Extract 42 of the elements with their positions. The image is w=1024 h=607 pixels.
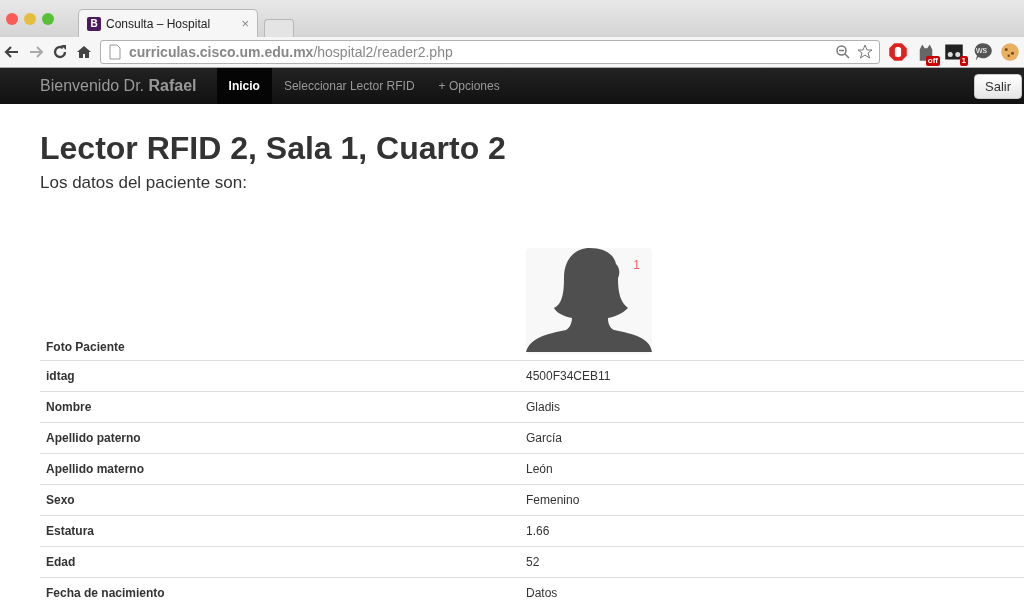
field-value: León xyxy=(520,453,1024,484)
field-label: Estatura xyxy=(40,515,520,546)
field-label: Apellido paterno xyxy=(40,422,520,453)
field-label: idtag xyxy=(40,360,520,391)
page-heading: Lector RFID 2, Sala 1, Cuarto 2 xyxy=(40,129,507,168)
url-text: curriculas.cisco.um.edu.mx/hospital2/reader2.php xyxy=(129,44,454,60)
cookie-icon[interactable] xyxy=(1000,42,1020,62)
field-label: Edad xyxy=(40,546,520,577)
extension-label: ws xyxy=(976,46,987,55)
browser-tab[interactable]: B Consulta – Hospital × xyxy=(78,9,258,37)
subheading: Los datos del paciente son: xyxy=(40,172,248,194)
field-value: García xyxy=(520,422,1024,453)
zoom-out-icon[interactable] xyxy=(835,44,851,60)
field-label: Sexo xyxy=(40,484,520,515)
tab-title: Consulta – Hospital xyxy=(106,16,212,31)
field-value: Datos xyxy=(520,577,1024,607)
logout-button[interactable]: Salir xyxy=(974,73,1022,99)
field-label: Nombre xyxy=(40,391,520,422)
field-value: 52 xyxy=(520,546,1024,577)
field-label: Foto Paciente xyxy=(40,246,520,360)
favicon-icon: B xyxy=(87,16,101,31)
speech-bubble-icon[interactable] xyxy=(972,42,992,62)
home-icon[interactable] xyxy=(76,44,92,60)
field-label: Fecha de nacimiento xyxy=(40,577,520,607)
nav-link[interactable]: + Opciones xyxy=(426,68,512,104)
page-icon xyxy=(107,44,123,60)
star-icon[interactable] xyxy=(857,44,873,60)
field-value: Femenino xyxy=(520,484,1024,515)
field-value: 4500F34CEB11 xyxy=(520,360,1024,391)
address-bar[interactable]: curriculas.cisco.um.edu.mx/hospital2/reader2.php xyxy=(100,40,880,64)
nav-link[interactable]: Inicio xyxy=(216,68,272,104)
back-arrow-icon[interactable] xyxy=(4,44,20,60)
photo-count: 1 xyxy=(633,257,640,272)
welcome-brand[interactable]: Bienvenido Dr. Rafael xyxy=(40,77,197,95)
field-value: Gladis xyxy=(520,391,1024,422)
field-value: 1.66 xyxy=(520,515,1024,546)
reload-icon[interactable] xyxy=(52,44,68,60)
nav-link[interactable]: Seleccionar Lector RFID xyxy=(271,68,427,104)
extension-badge: 1 xyxy=(959,56,968,66)
field-label: Apellido materno xyxy=(40,453,520,484)
tab-close-button[interactable]: × xyxy=(241,16,249,31)
extension-badge: off xyxy=(925,56,940,66)
